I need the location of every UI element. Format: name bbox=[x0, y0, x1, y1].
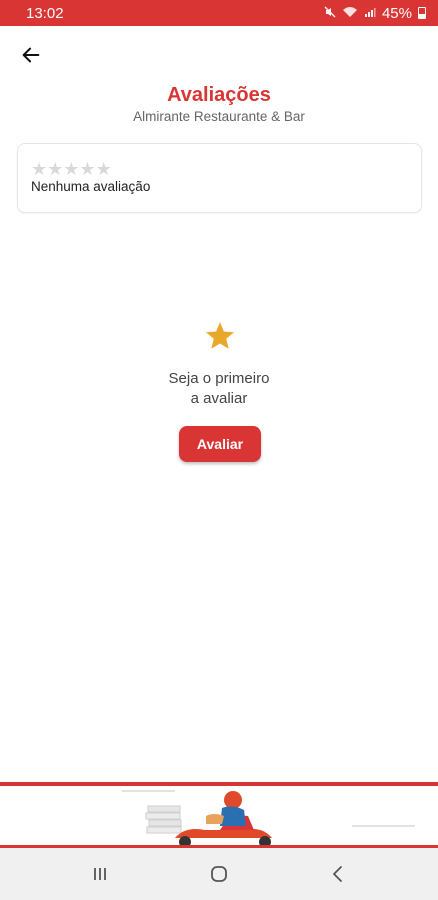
system-back-button[interactable] bbox=[318, 854, 358, 894]
page-title: Avaliações bbox=[167, 84, 271, 106]
recent-apps-button[interactable] bbox=[80, 854, 120, 894]
arrow-left-icon bbox=[22, 47, 40, 63]
back-chevron-icon bbox=[333, 866, 343, 882]
star-icon bbox=[206, 322, 234, 349]
back-button[interactable] bbox=[14, 40, 48, 70]
battery-percent: 45% bbox=[381, 4, 412, 22]
star-empty-icon: ★ bbox=[79, 159, 96, 179]
recent-apps-icon bbox=[93, 868, 106, 880]
no-rating-label: Nenhuma avaliação bbox=[31, 179, 151, 194]
rating-stars: ★ ★ ★ ★ ★ bbox=[31, 160, 112, 178]
empty-state-text: Seja o primeiro a avaliar bbox=[0, 369, 438, 409]
restaurant-name: Almirante Restaurante & Bar bbox=[133, 109, 305, 124]
signal-icon bbox=[364, 6, 376, 21]
status-bar: 13:02 45% bbox=[0, 0, 438, 26]
battery-icon bbox=[418, 7, 426, 19]
star-empty-icon: ★ bbox=[95, 159, 112, 179]
empty-state-line-2: a avaliar bbox=[190, 390, 248, 407]
home-button[interactable] bbox=[199, 854, 239, 894]
status-icons: 45% bbox=[324, 5, 426, 22]
rating-summary-card: ★ ★ ★ ★ ★ Nenhuma avaliação bbox=[17, 143, 422, 213]
status-time: 13:02 bbox=[26, 4, 64, 22]
empty-state-line-1: Seja o primeiro bbox=[168, 370, 270, 387]
wifi-icon bbox=[342, 6, 358, 21]
delivery-scooter-illustration bbox=[122, 790, 415, 845]
home-icon bbox=[211, 866, 227, 882]
star-empty-icon: ★ bbox=[31, 159, 48, 179]
delivery-banner[interactable] bbox=[0, 782, 438, 848]
avaliar-button[interactable]: Avaliar bbox=[179, 426, 261, 462]
system-nav-bar bbox=[0, 848, 438, 900]
mute-icon bbox=[324, 6, 336, 21]
star-empty-icon: ★ bbox=[63, 159, 80, 179]
star-empty-icon: ★ bbox=[47, 159, 64, 179]
